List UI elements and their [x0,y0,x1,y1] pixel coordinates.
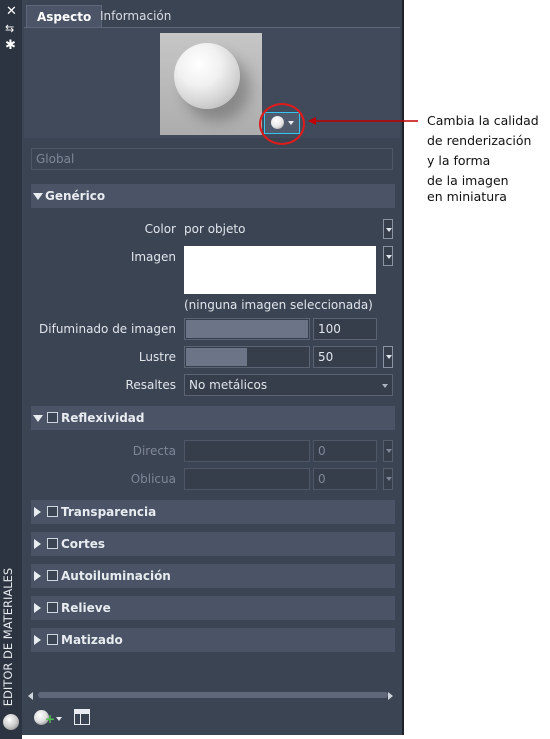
oblique-label: Oblicua [130,472,176,486]
palette-title-strip: ✕ ⇆ ✱ EDITOR DE MATERIALES [0,0,22,739]
material-browser-icon[interactable] [74,709,90,725]
highlights-label: Resaltes [125,378,176,392]
direct-input[interactable]: 0 [313,440,377,462]
gloss-slider[interactable] [184,346,310,368]
oblique-slider[interactable] [184,468,310,490]
gloss-label: Lustre [138,350,176,364]
expand-triangle-icon[interactable] [34,507,41,517]
reflectivity-checkbox[interactable] [47,412,58,423]
gloss-slider-fill [186,348,247,366]
color-dropdown-button[interactable] [383,219,393,239]
transparency-checkbox[interactable] [47,506,58,517]
callout-arrow [308,117,418,125]
section-tint[interactable]: Matizado [31,628,395,652]
chevron-down-icon [382,384,388,388]
tint-checkbox[interactable] [47,634,58,645]
auto-hide-icon[interactable]: ⇆ [5,22,14,35]
material-sphere-icon[interactable] [3,714,19,730]
collapse-triangle-icon[interactable] [33,193,43,200]
annotation-line-2: de renderización [427,133,532,148]
palette-title: EDITOR DE MATERIALES [1,567,15,707]
section-self-illumination[interactable]: Autoiluminación [31,564,395,588]
color-value[interactable]: por objeto [184,222,245,236]
tab-information[interactable]: Información [90,5,181,27]
section-title: Reflexividad [61,411,145,425]
section-generic[interactable]: Genérico [31,184,395,208]
horizontal-scrollbar-thumb[interactable] [38,692,388,698]
cutouts-checkbox[interactable] [47,538,58,549]
section-title: Matizado [61,633,123,647]
annotation-line-5: en miniatura [427,189,507,204]
section-transparency[interactable]: Transparencia [31,500,395,524]
image-fade-slider-fill [186,320,308,338]
image-label: Imagen [130,250,176,264]
section-title: Relieve [61,601,111,615]
global-field[interactable]: Global [31,148,393,170]
section-bump[interactable]: Relieve [31,596,395,620]
properties-gear-icon[interactable]: ✱ [5,38,16,53]
annotation-line-1: Cambia la calidad [427,113,539,128]
section-cutouts[interactable]: Cortes [31,532,395,556]
expand-triangle-icon[interactable] [34,539,41,549]
material-preview-image [160,33,262,135]
highlight-circle [259,103,305,145]
direct-slider[interactable] [184,440,310,462]
image-fade-label: Difuminado de imagen [39,322,176,336]
section-title: Autoiluminación [61,569,171,583]
gloss-dropdown-button[interactable] [383,346,393,368]
highlights-select[interactable]: No metálicos [184,374,393,396]
section-reflectivity[interactable]: Reflexividad [31,406,395,430]
image-note: (ninguna imagen seleccionada) [184,298,373,312]
plus-icon: + [45,712,56,726]
expand-triangle-icon[interactable] [34,635,41,645]
color-label: Color [144,222,176,236]
self-illumination-checkbox[interactable] [47,570,58,581]
chevron-down-icon [56,717,62,721]
preview-sphere [174,43,240,109]
expand-triangle-icon[interactable] [34,603,41,613]
collapse-triangle-icon[interactable] [33,415,43,422]
image-fade-slider[interactable] [184,318,310,340]
bottom-toolbar: + [24,704,400,732]
image-fade-input[interactable]: 100 [313,318,377,340]
section-title: Genérico [45,189,106,203]
annotation-line-3: y la forma [427,153,491,168]
highlights-value: No metálicos [189,378,268,392]
section-title: Transparencia [61,505,157,519]
scroll-left-arrow-icon[interactable] [28,692,33,700]
bump-checkbox[interactable] [47,602,58,613]
oblique-dropdown-button[interactable] [383,468,393,490]
direct-label: Directa [132,444,176,458]
scroll-right-arrow-icon[interactable] [388,692,393,700]
expand-triangle-icon[interactable] [34,571,41,581]
section-title: Cortes [61,537,105,551]
image-dropdown-button[interactable] [383,246,393,266]
close-icon[interactable]: ✕ [6,4,17,19]
oblique-input[interactable]: 0 [313,468,377,490]
direct-dropdown-button[interactable] [383,440,393,462]
gloss-input[interactable]: 50 [313,346,377,368]
image-slot[interactable] [184,246,376,294]
create-material-button[interactable]: + [34,709,62,727]
